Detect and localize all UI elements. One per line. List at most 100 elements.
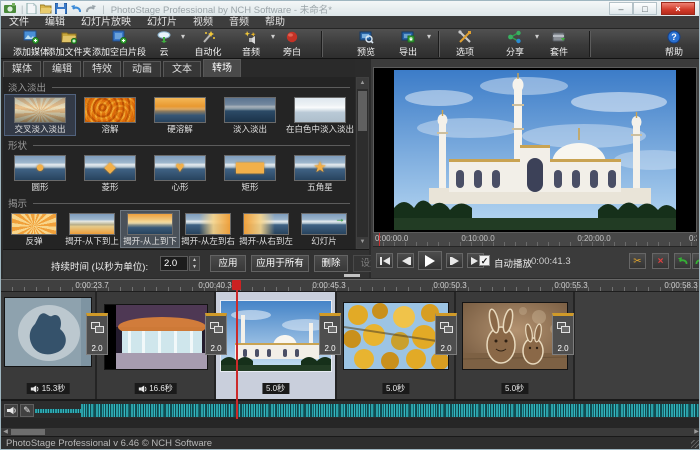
spinner-down-icon[interactable]: ▼ bbox=[192, 264, 197, 270]
timeline-empty-area[interactable] bbox=[575, 292, 700, 399]
scrollbar-thumb[interactable] bbox=[11, 429, 45, 435]
scroll-down-button[interactable]: ▼ bbox=[357, 237, 368, 248]
save-icon[interactable] bbox=[55, 3, 67, 14]
minimize-button[interactable]: – bbox=[609, 2, 633, 15]
transition-item-reveal-top-down[interactable]: 揭开-从上到下 bbox=[121, 211, 179, 247]
export-button[interactable]: ▾ 导出 bbox=[383, 30, 433, 58]
delete-button[interactable]: 删除 bbox=[314, 255, 348, 272]
clip-duration-chip: 5.0秒 bbox=[501, 383, 528, 394]
new-project-icon[interactable] bbox=[25, 3, 37, 14]
audio-edit-button[interactable]: ✎ bbox=[20, 404, 34, 417]
transition-item-hard-dissolve[interactable]: 硬溶解 bbox=[145, 95, 215, 135]
tab-text[interactable]: 文本 bbox=[163, 61, 201, 77]
transition-item-rectangle[interactable]: 矩形 bbox=[215, 153, 285, 193]
audio-mute-button[interactable] bbox=[4, 404, 18, 417]
play-button[interactable] bbox=[418, 251, 442, 270]
clip-duration-chip: 5.0秒 bbox=[382, 383, 409, 394]
scroll-left-button[interactable]: ◀ bbox=[1, 428, 10, 436]
open-project-icon[interactable] bbox=[40, 3, 52, 14]
help-button[interactable]: ? 帮助 bbox=[651, 30, 697, 58]
playhead-line[interactable] bbox=[236, 280, 238, 419]
suite-icon bbox=[535, 30, 583, 45]
share-button[interactable]: ▾ 分享 bbox=[489, 30, 541, 58]
apply-all-button[interactable]: 应用于所有 bbox=[251, 255, 309, 272]
go-to-start-button[interactable] bbox=[376, 253, 393, 268]
transition-thumbnail bbox=[224, 97, 276, 123]
tab-effects[interactable]: 特效 bbox=[83, 61, 121, 77]
transition-item-crossfade[interactable]: 交叉淡入淡出 bbox=[5, 95, 75, 135]
transition-item-star[interactable]: ★ 五角星 bbox=[285, 153, 355, 193]
timeline-clip-1[interactable]: 15.3秒 bbox=[1, 292, 97, 399]
transition-item-reveal-left-right[interactable]: 揭开-从左到右 bbox=[179, 211, 237, 247]
transition-label: 反弹 bbox=[5, 237, 63, 246]
scroll-right-button[interactable]: ▶ bbox=[692, 428, 700, 436]
redo-action-button[interactable] bbox=[692, 253, 700, 269]
spinner-up-icon[interactable]: ▲ bbox=[192, 257, 197, 263]
transition-badge-4[interactable]: 2.0 bbox=[435, 313, 457, 355]
tab-edit[interactable]: 编辑 bbox=[43, 61, 81, 77]
tab-animation[interactable]: 动画 bbox=[123, 61, 161, 77]
transition-item-reveal-bottom-up[interactable]: 揭开-从下到上 bbox=[63, 211, 121, 247]
transition-item-diamond[interactable]: ◆ 菱形 bbox=[75, 153, 145, 193]
menu-edit[interactable]: 编辑 bbox=[37, 16, 73, 29]
timeline-scrollbar[interactable]: ◀ ▶ bbox=[1, 428, 700, 436]
menu-help[interactable]: 帮助 bbox=[257, 16, 293, 29]
transition-item-circle[interactable]: ● 圆形 bbox=[5, 153, 75, 193]
transition-item-fade[interactable]: 淡入淡出 bbox=[215, 95, 285, 135]
preview-seek-bar[interactable]: 0:00:00.0 0:10:00.0 0:20:00.0 0:30:00.0 bbox=[373, 233, 697, 247]
menu-file[interactable]: 文件 bbox=[1, 16, 37, 29]
left-panel-tabs: 媒体 编辑 特效 动画 文本 转场 bbox=[3, 59, 355, 77]
transition-badge-1[interactable]: 2.0 bbox=[86, 313, 108, 355]
transition-badge-5[interactable]: 2.0 bbox=[552, 313, 574, 355]
export-dropdown-arrow[interactable]: ▾ bbox=[427, 32, 431, 41]
transition-item-reveal-right-left[interactable]: 揭开-从右到左 bbox=[237, 211, 295, 247]
tab-transitions[interactable]: 转场 bbox=[203, 59, 241, 77]
next-frame-button[interactable] bbox=[446, 253, 463, 268]
audio-waveform-quiet[interactable] bbox=[35, 409, 81, 413]
timeline-ruler[interactable]: 0:00:23.7 0:00:40.3 0:00:45.3 0:00:50.3 … bbox=[1, 279, 700, 292]
narrate-button[interactable]: 旁白 bbox=[267, 30, 317, 58]
undo-icon[interactable] bbox=[70, 3, 82, 14]
menu-audio[interactable]: 音频 bbox=[221, 16, 257, 29]
transition-label: 幻灯片 bbox=[295, 237, 353, 246]
menu-slide[interactable]: 幻灯片 bbox=[139, 16, 185, 29]
cloud-label: 云 bbox=[159, 47, 168, 57]
scroll-up-button[interactable]: ▲ bbox=[357, 78, 368, 89]
autoplay-checkbox[interactable]: ✓ bbox=[479, 255, 490, 266]
duration-spinner[interactable]: ▲▼ bbox=[189, 256, 200, 271]
splitter-handle[interactable] bbox=[344, 274, 360, 277]
clip-duration-chip: 15.3秒 bbox=[27, 383, 70, 394]
suite-button[interactable]: 套件 bbox=[535, 30, 583, 58]
export-icon bbox=[383, 30, 433, 45]
split-scissors-button[interactable]: ✂ bbox=[629, 253, 646, 269]
scrollbar-thumb[interactable] bbox=[358, 91, 367, 131]
maximize-button[interactable]: □ bbox=[633, 2, 657, 15]
undo-action-button[interactable] bbox=[674, 253, 691, 269]
transition-item-bounce[interactable]: 反弹 bbox=[5, 211, 63, 247]
remove-button[interactable]: × bbox=[652, 253, 669, 269]
resize-grip[interactable] bbox=[691, 440, 699, 448]
status-text: PhotoStage Professional v 6.46 © NCH Sof… bbox=[6, 438, 212, 449]
close-button[interactable]: × bbox=[661, 2, 695, 15]
redo-icon[interactable] bbox=[85, 3, 97, 14]
preview-playhead[interactable] bbox=[379, 233, 380, 247]
transitions-scrollbar[interactable]: ▲ ▼ bbox=[356, 77, 369, 249]
timeline-clip-2[interactable]: 16.6秒 bbox=[97, 292, 216, 399]
playhead-marker[interactable] bbox=[232, 280, 241, 290]
apply-button[interactable]: 应用 bbox=[210, 255, 246, 272]
audio-waveform[interactable] bbox=[81, 404, 699, 417]
export-label: 导出 bbox=[399, 47, 417, 57]
menu-slideshow[interactable]: 幻灯片放映 bbox=[73, 16, 139, 29]
transition-badge-2[interactable]: 2.0 bbox=[205, 313, 227, 355]
transition-item-dissolve[interactable]: 溶解 bbox=[75, 95, 145, 135]
previous-frame-button[interactable] bbox=[397, 253, 414, 268]
transition-item-fade-white[interactable]: 在白色中淡入淡出 bbox=[285, 95, 355, 135]
tab-media[interactable]: 媒体 bbox=[3, 61, 41, 77]
add-blank-slide-label: 添加空白片段 bbox=[92, 47, 146, 57]
duration-input[interactable]: 2.0 bbox=[160, 256, 188, 271]
menu-video[interactable]: 视频 bbox=[185, 16, 221, 29]
transition-badge-3[interactable]: 2.0 bbox=[319, 313, 341, 355]
transition-item-slide[interactable]: → 幻灯片 bbox=[295, 211, 353, 247]
options-button[interactable]: 选项 bbox=[441, 30, 489, 58]
transition-item-heart[interactable]: ♥ 心形 bbox=[145, 153, 215, 193]
